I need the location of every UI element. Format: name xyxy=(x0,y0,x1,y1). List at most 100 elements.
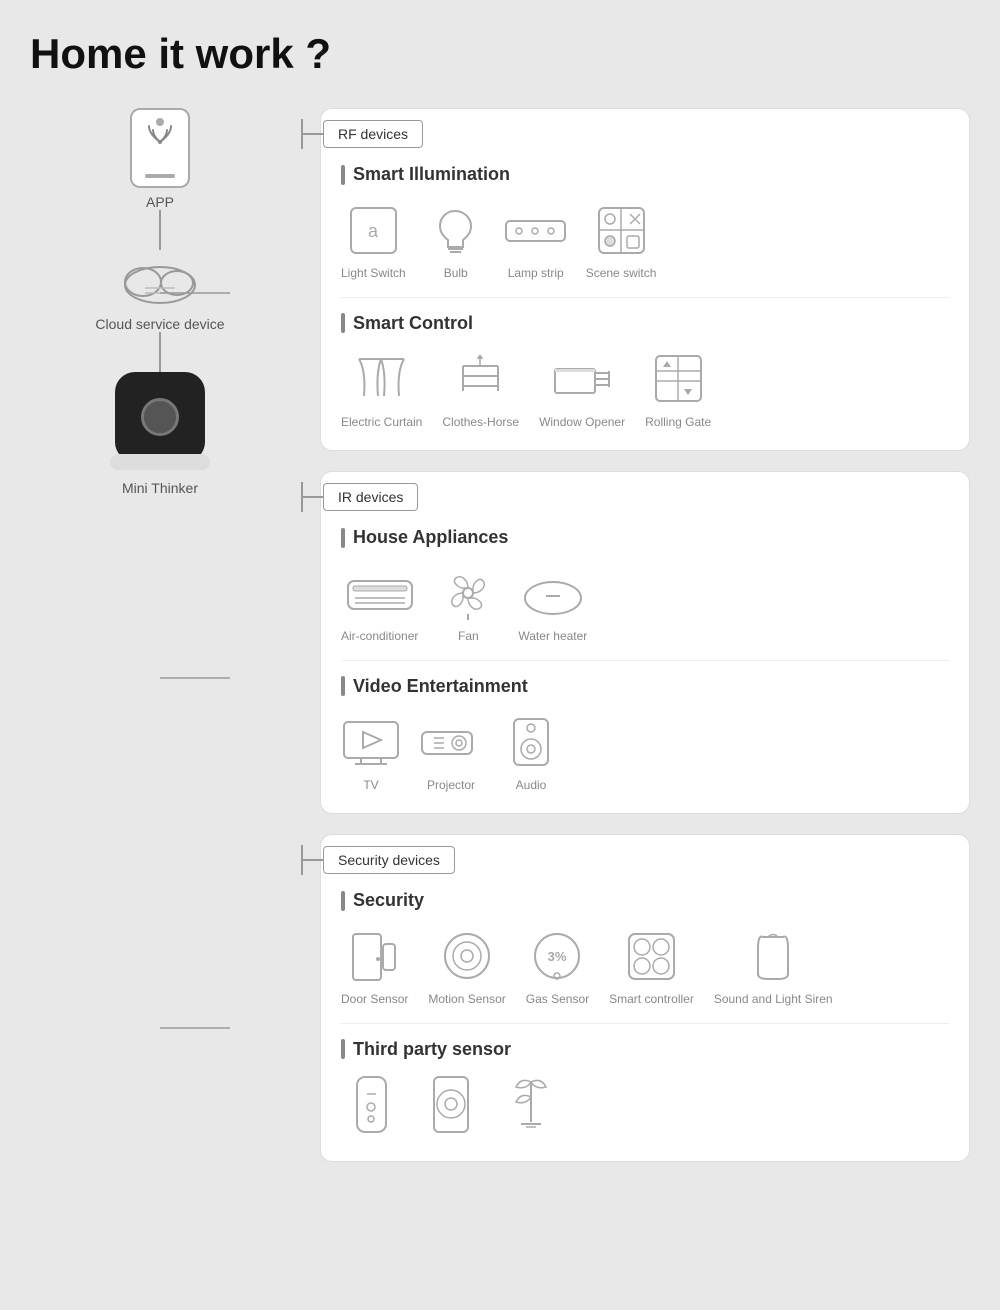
bulb-icon xyxy=(426,200,486,260)
door-sensor-icon xyxy=(345,926,405,986)
device-wind-sensor xyxy=(501,1075,561,1141)
smart-control-title: Smart Control xyxy=(341,313,949,334)
tv-icon xyxy=(341,712,401,772)
wifi-signal-icon xyxy=(145,122,175,144)
section-bar-5 xyxy=(341,891,345,911)
device-curtain: Electric Curtain xyxy=(341,349,422,431)
device-fan: Fan xyxy=(438,563,498,645)
security-hline-horiz xyxy=(303,859,323,861)
device-motion-sensor: Motion Sensor xyxy=(428,926,505,1008)
device-lamp-strip: Lamp strip xyxy=(506,200,566,282)
wind-sensor-icon xyxy=(501,1075,561,1135)
tv-label: TV xyxy=(363,778,378,794)
device-sensor2 xyxy=(421,1075,481,1141)
page: Home it work ? xyxy=(0,0,1000,1310)
smart-illumination-title: Smart Illumination xyxy=(341,164,949,185)
motion-sensor-icon xyxy=(437,926,497,986)
svg-text:3%: 3% xyxy=(548,949,567,964)
card-security-devices: Security devices Security xyxy=(320,834,970,1162)
ir-hline-horiz xyxy=(303,496,323,498)
device-clothes-horse: Clothes-Horse xyxy=(442,349,519,431)
water-heater-icon xyxy=(523,563,583,623)
remote-icon xyxy=(341,1075,401,1135)
device-scene-switch: Scene switch xyxy=(586,200,657,282)
smart-controller-icon xyxy=(621,926,681,986)
rolling-gate-icon xyxy=(648,349,708,409)
ir-label-area: IR devices xyxy=(301,482,949,512)
device-door-sensor: Door Sensor xyxy=(341,926,408,1008)
security-title: Security xyxy=(341,890,949,911)
scene-switch-icon xyxy=(591,200,651,260)
window-opener-label: Window Opener xyxy=(539,415,625,431)
app-section: APP xyxy=(130,108,190,210)
section-bar-6 xyxy=(341,1039,345,1059)
security-grid: Door Sensor Motion Sensor xyxy=(341,926,949,1008)
siren-label: Sound and Light Siren xyxy=(714,992,833,1008)
device-tv: TV xyxy=(341,712,401,794)
device-label: Mini Thinker xyxy=(122,480,198,496)
rf-label-box: RF devices xyxy=(323,120,423,148)
fan-label: Fan xyxy=(458,629,479,645)
smart-controller-label: Smart controller xyxy=(609,992,694,1008)
cloud-icon xyxy=(115,250,205,310)
device-projector: Projector xyxy=(421,712,481,794)
section-bar-4 xyxy=(341,676,345,696)
air-conditioner-icon xyxy=(350,563,410,623)
device-rolling-gate: Rolling Gate xyxy=(645,349,711,431)
rf-label-area: RF devices xyxy=(301,119,949,149)
mini-thinker-icon xyxy=(115,372,205,462)
device-section: Mini Thinker xyxy=(115,372,205,496)
projector-label: Projector xyxy=(427,778,475,794)
smart-control-grid: Electric Curtain xyxy=(341,349,949,431)
section-bar-2 xyxy=(341,313,345,333)
video-entertainment-title: Video Entertainment xyxy=(341,676,949,697)
security-label-area: Security devices xyxy=(301,845,949,875)
motion-sensor-label: Motion Sensor xyxy=(428,992,505,1008)
curtain-icon xyxy=(352,349,412,409)
ir-label-box: IR devices xyxy=(323,483,418,511)
security-label-box: Security devices xyxy=(323,846,455,874)
smart-illumination-grid: a Light Switch xyxy=(341,200,949,282)
third-party-grid xyxy=(341,1075,949,1141)
window-opener-icon xyxy=(552,349,612,409)
device-light-switch: a Light Switch xyxy=(341,200,406,282)
cloud-section: Cloud service device xyxy=(95,250,224,332)
gas-sensor-icon: 3% xyxy=(527,926,587,986)
line-app-cloud xyxy=(159,210,161,250)
scene-switch-label: Scene switch xyxy=(586,266,657,282)
audio-icon xyxy=(501,712,561,772)
rolling-gate-label: Rolling Gate xyxy=(645,415,711,431)
app-label: APP xyxy=(146,194,174,210)
third-party-title: Third party sensor xyxy=(341,1039,949,1060)
divider-security-third xyxy=(341,1023,949,1024)
rf-hline-horiz xyxy=(303,133,323,135)
light-switch-label: Light Switch xyxy=(341,266,406,282)
curtain-label: Electric Curtain xyxy=(341,415,422,431)
section-bar-3 xyxy=(341,528,345,548)
clothes-horse-label: Clothes-Horse xyxy=(442,415,519,431)
door-sensor-label: Door Sensor xyxy=(341,992,408,1008)
bulb-label: Bulb xyxy=(444,266,468,282)
section-bar xyxy=(341,165,345,185)
device-smart-controller: Smart controller xyxy=(609,926,694,1008)
left-column: APP Cloud service device xyxy=(30,108,290,1162)
video-entertainment-grid: TV xyxy=(341,712,949,794)
air-conditioner-label: Air-conditioner xyxy=(341,629,418,645)
device-bulb: Bulb xyxy=(426,200,486,282)
device-water-heater: Water heater xyxy=(518,563,587,645)
projector-icon xyxy=(421,712,481,772)
lamp-strip-label: Lamp strip xyxy=(508,266,564,282)
siren-icon xyxy=(743,926,803,986)
gas-sensor-label: Gas Sensor xyxy=(526,992,589,1008)
cloud-label: Cloud service device xyxy=(95,316,224,332)
device-gas-sensor: 3% Gas Sensor xyxy=(526,926,589,1008)
device-siren: Sound and Light Siren xyxy=(714,926,833,1008)
sensor2-icon xyxy=(421,1075,481,1135)
house-appliances-grid: Air-conditioner xyxy=(341,563,949,645)
audio-label: Audio xyxy=(516,778,547,794)
right-column: RF devices Smart Illumination a xyxy=(320,108,970,1162)
card-ir-devices: IR devices House Appliances xyxy=(320,471,970,814)
fan-icon xyxy=(438,563,498,623)
device-audio: Audio xyxy=(501,712,561,794)
clothes-horse-icon xyxy=(451,349,511,409)
